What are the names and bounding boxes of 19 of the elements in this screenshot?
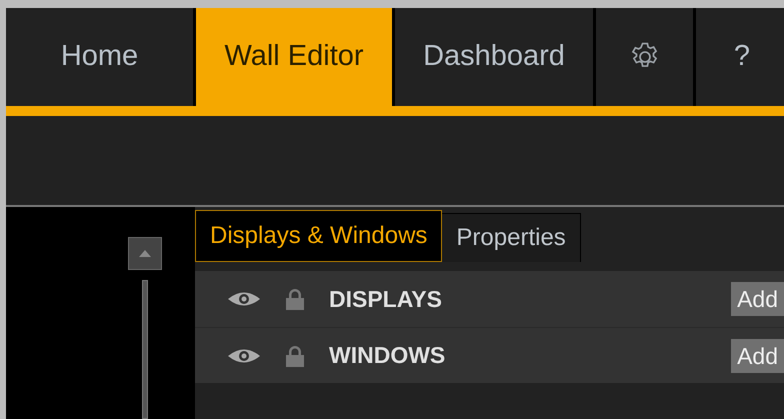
group-row[interactable]: DISPLAYS Add xyxy=(195,271,784,327)
up-triangle-icon xyxy=(139,250,151,257)
eye-icon[interactable] xyxy=(227,346,261,364)
group-label: DISPLAYS xyxy=(329,284,442,314)
nav-tab[interactable]: Dashboard xyxy=(395,8,593,106)
group-label: WINDOWS xyxy=(329,341,446,370)
add-button[interactable]: Add xyxy=(731,338,784,372)
add-button[interactable]: Add xyxy=(731,282,784,316)
scroll-up-button[interactable] xyxy=(128,237,162,270)
panel-tab[interactable]: Properties xyxy=(442,213,581,262)
nav-tab[interactable]: Wall Editor xyxy=(196,8,392,106)
panel-tab[interactable]: Displays & Windows xyxy=(195,210,442,262)
group-row[interactable]: WINDOWS Add xyxy=(195,327,784,383)
nav-tab[interactable]: ? xyxy=(696,8,784,106)
nav-tab[interactable]: Home xyxy=(6,8,193,106)
eye-icon[interactable] xyxy=(227,290,261,308)
lock-icon[interactable] xyxy=(283,344,307,368)
lock-icon[interactable] xyxy=(283,287,307,311)
settings-tab[interactable] xyxy=(596,8,693,106)
